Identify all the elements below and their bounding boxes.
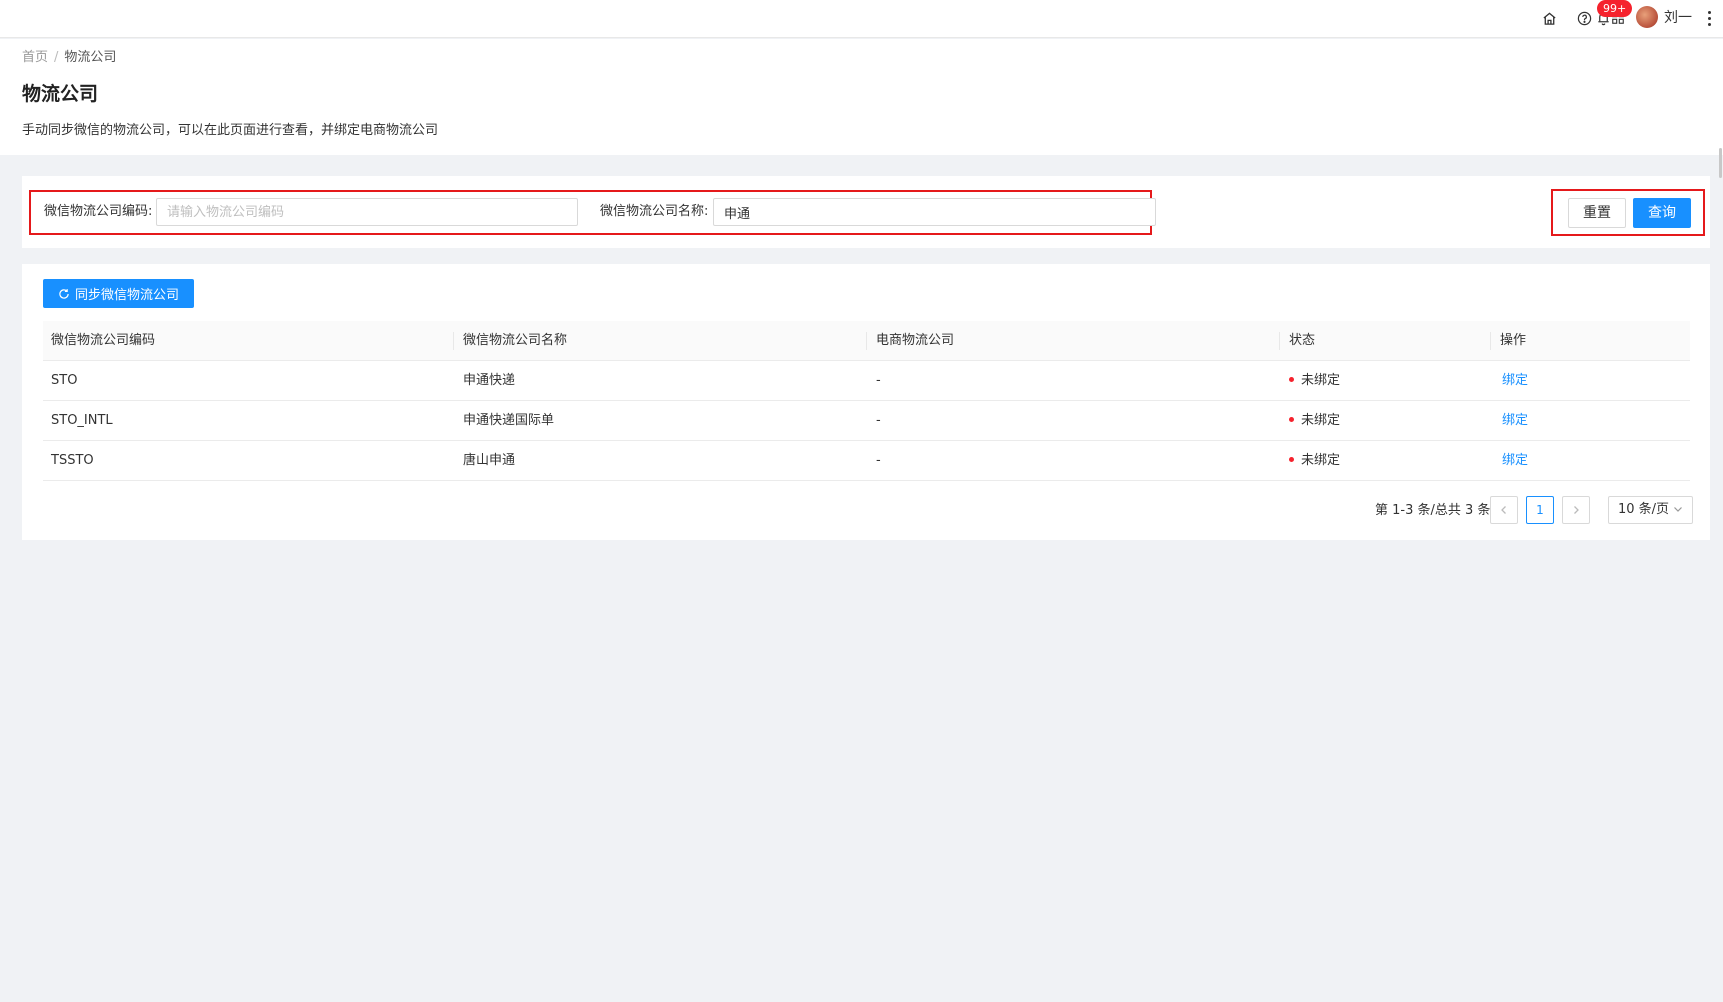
name-search-input[interactable]	[713, 198, 1156, 226]
cell-code: TSSTO	[51, 453, 94, 468]
chevron-right-icon	[1574, 506, 1579, 514]
page-header: 首页 / 物流公司 物流公司 手动同步微信的物流公司，可以在此页面进行查看，并绑定电…	[0, 39, 1723, 155]
status-dot	[1289, 417, 1294, 422]
column-divider	[1279, 332, 1280, 350]
code-search-input[interactable]	[156, 198, 578, 226]
column-header-code: 微信物流公司编码	[51, 333, 156, 348]
column-divider	[453, 332, 454, 350]
chevron-down-icon	[1673, 497, 1683, 523]
prev-page-button[interactable]	[1490, 496, 1518, 524]
pagination-total: 第 1-3 条/总共 3 条	[1375, 503, 1491, 518]
query-button[interactable]: 查询	[1633, 198, 1691, 228]
cell-name: 唐山申通	[463, 453, 516, 468]
bind-link[interactable]: 绑定	[1502, 441, 1528, 481]
page-title: 物流公司	[22, 83, 99, 105]
cell-code: STO	[51, 373, 78, 388]
logistics-table: 微信物流公司编码 微信物流公司名称 电商物流公司 状态 操作 STO 申通快递 …	[43, 321, 1690, 481]
breadcrumb-current: 物流公司	[64, 50, 117, 65]
table-row: STO_INTL 申通快递国际单 - 未绑定 绑定	[43, 401, 1690, 441]
breadcrumb-separator: /	[54, 50, 59, 65]
table-row: TSSTO 唐山申通 - 未绑定 绑定	[43, 441, 1690, 481]
column-header-name: 微信物流公司名称	[463, 333, 568, 348]
column-divider	[1490, 332, 1491, 350]
cell-ecom: -	[876, 373, 881, 388]
sync-icon	[59, 288, 69, 299]
bind-link[interactable]: 绑定	[1502, 401, 1528, 441]
table-card: 同步微信物流公司 微信物流公司编码 微信物流公司名称 电商物流公司 状态 操作 …	[22, 264, 1710, 540]
next-page-button[interactable]	[1562, 496, 1590, 524]
status-dot	[1289, 377, 1294, 382]
scrollbar[interactable]	[1719, 148, 1722, 178]
breadcrumb-home[interactable]: 首页	[22, 50, 48, 65]
cell-status: 未绑定	[1289, 441, 1340, 481]
chevron-left-icon	[1501, 506, 1506, 514]
page-size-value: 10 条/页	[1618, 502, 1670, 517]
cell-name: 申通快递国际单	[463, 413, 555, 428]
sync-button-label: 同步微信物流公司	[74, 288, 179, 303]
sync-button[interactable]: 同步微信物流公司	[43, 279, 194, 308]
page-description: 手动同步微信的物流公司，可以在此页面进行查看，并绑定电商物流公司	[22, 123, 439, 138]
name-field-label: 微信物流公司名称:	[600, 204, 709, 219]
cell-ecom: -	[876, 413, 881, 428]
table-row: STO 申通快递 - 未绑定 绑定	[43, 361, 1690, 401]
code-field-label: 微信物流公司编码:	[44, 204, 153, 219]
top-header: 99+ 刘一	[0, 0, 1723, 38]
cell-status: 未绑定	[1289, 361, 1340, 401]
search-form: 微信物流公司编码: 微信物流公司名称: 重置 查询	[22, 176, 1710, 248]
cell-code: STO_INTL	[51, 413, 113, 428]
avatar[interactable]	[1636, 6, 1658, 28]
cell-name: 申通快递	[463, 373, 516, 388]
status-text: 未绑定	[1301, 413, 1341, 428]
column-header-status: 状态	[1289, 333, 1316, 348]
status-text: 未绑定	[1301, 453, 1341, 468]
more-vertical-icon[interactable]	[1705, 8, 1713, 28]
page-size-select[interactable]: 10 条/页	[1608, 496, 1693, 524]
user-name[interactable]: 刘一	[1664, 8, 1692, 28]
reset-button[interactable]: 重置	[1568, 198, 1626, 228]
notification-badge: 99+	[1597, 0, 1633, 17]
table-header-row: 微信物流公司编码 微信物流公司名称 电商物流公司 状态 操作	[43, 321, 1690, 361]
column-header-ecom: 电商物流公司	[876, 333, 955, 348]
bind-link[interactable]: 绑定	[1502, 361, 1528, 401]
column-divider	[866, 332, 867, 350]
breadcrumb: 首页 / 物流公司	[22, 49, 116, 67]
status-dot	[1289, 457, 1294, 462]
cell-status: 未绑定	[1289, 401, 1340, 441]
cell-ecom: -	[876, 453, 881, 468]
page-number-button[interactable]: 1	[1526, 496, 1554, 524]
column-header-action: 操作	[1500, 333, 1527, 348]
status-text: 未绑定	[1301, 373, 1341, 388]
home-icon[interactable]	[1539, 8, 1559, 28]
help-icon[interactable]	[1574, 8, 1594, 28]
